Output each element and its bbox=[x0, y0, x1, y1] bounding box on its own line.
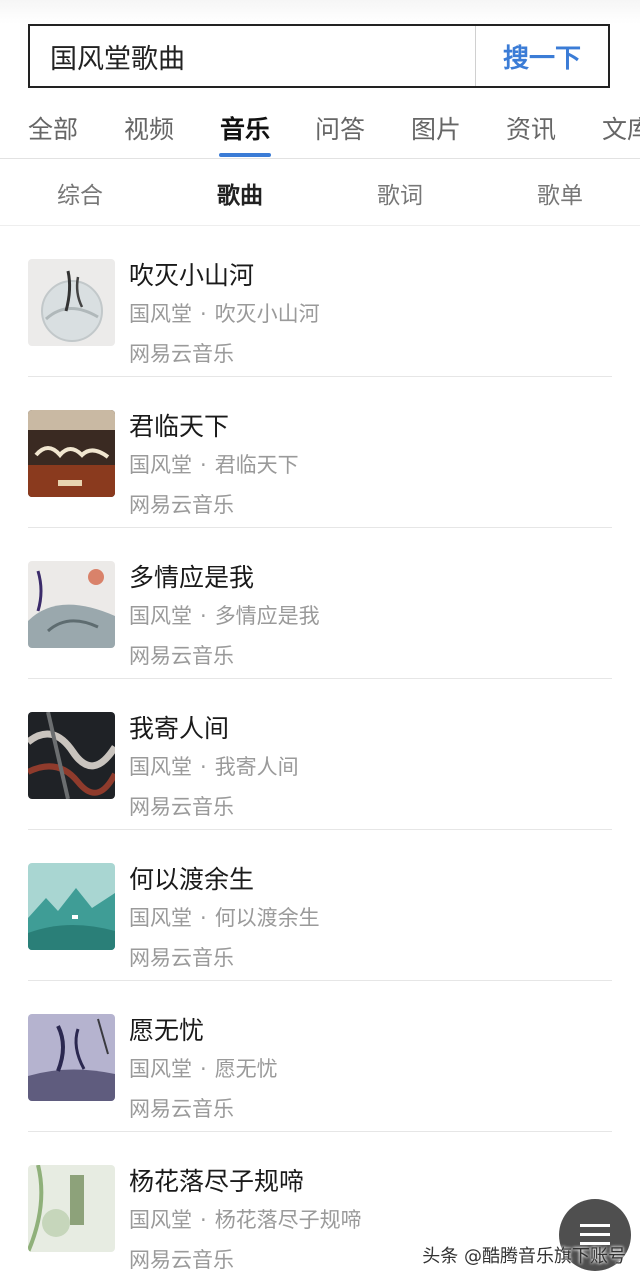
song-artist: 国风堂 bbox=[129, 1208, 192, 1232]
song-artist: 国风堂 bbox=[129, 755, 192, 779]
tab-all[interactable]: 全部 bbox=[28, 110, 78, 146]
song-item[interactable]: 多情应是我 国风堂 · 多情应是我 网易云音乐 bbox=[0, 528, 640, 679]
music-subtabs: 综合 歌曲 歌词 歌单 bbox=[0, 160, 640, 226]
separator-dot: · bbox=[200, 755, 207, 779]
song-album: 何以渡余生 bbox=[214, 906, 320, 930]
search-button[interactable]: 搜一下 bbox=[475, 26, 608, 86]
separator-dot: · bbox=[200, 302, 207, 326]
search-bar: 搜一下 bbox=[28, 24, 610, 88]
song-album: 杨花落尽子规啼 bbox=[214, 1208, 362, 1232]
search-input[interactable] bbox=[30, 26, 475, 86]
song-source: 网易云音乐 bbox=[129, 1097, 234, 1121]
separator-dot: · bbox=[200, 453, 207, 477]
active-tab-indicator bbox=[219, 153, 271, 157]
tab-qa[interactable]: 问答 bbox=[315, 110, 365, 146]
watermark: 头条 @酷腾音乐旗下账号 bbox=[422, 1246, 626, 1267]
song-source: 网易云音乐 bbox=[129, 946, 234, 970]
song-source: 网易云音乐 bbox=[129, 1248, 234, 1272]
top-gradient bbox=[0, 0, 640, 24]
song-title: 多情应是我 bbox=[129, 563, 255, 592]
separator-dot: · bbox=[200, 604, 207, 628]
song-artist: 国风堂 bbox=[129, 302, 192, 326]
song-album: 君临天下 bbox=[214, 453, 299, 477]
song-item[interactable]: 愿无忧 国风堂 · 愿无忧 网易云音乐 bbox=[0, 981, 640, 1132]
separator-dot: · bbox=[200, 906, 207, 930]
album-cover bbox=[28, 1014, 115, 1101]
song-item[interactable]: 何以渡余生 国风堂 · 何以渡余生 网易云音乐 bbox=[0, 830, 640, 981]
song-item[interactable]: 君临天下 国风堂 · 君临天下 网易云音乐 bbox=[0, 377, 640, 528]
subtab-overall[interactable]: 综合 bbox=[0, 176, 160, 210]
song-artist: 国风堂 bbox=[129, 604, 192, 628]
song-title: 君临天下 bbox=[129, 412, 230, 441]
song-source: 网易云音乐 bbox=[129, 644, 234, 668]
song-title: 何以渡余生 bbox=[129, 865, 255, 894]
separator-dot: · bbox=[200, 1057, 207, 1081]
song-album: 愿无忧 bbox=[214, 1057, 278, 1081]
song-artist: 国风堂 bbox=[129, 453, 192, 477]
song-title: 吹灭小山河 bbox=[129, 261, 255, 290]
tab-music[interactable]: 音乐 bbox=[220, 110, 270, 146]
song-title: 我寄人间 bbox=[129, 714, 230, 743]
song-artist: 国风堂 bbox=[129, 1057, 192, 1081]
song-item[interactable]: 吹灭小山河 国风堂 · 吹灭小山河 网易云音乐 bbox=[0, 226, 640, 377]
song-artist: 国风堂 bbox=[129, 906, 192, 930]
tab-video[interactable]: 视频 bbox=[124, 110, 174, 146]
subtab-playlists[interactable]: 歌单 bbox=[480, 176, 640, 210]
song-album: 我寄人间 bbox=[214, 755, 299, 779]
album-cover bbox=[28, 561, 115, 648]
song-item[interactable]: 我寄人间 国风堂 · 我寄人间 网易云音乐 bbox=[0, 679, 640, 830]
album-cover bbox=[28, 863, 115, 950]
subtab-lyrics[interactable]: 歌词 bbox=[320, 176, 480, 210]
song-source: 网易云音乐 bbox=[129, 493, 234, 517]
song-album: 多情应是我 bbox=[214, 604, 320, 628]
subtab-songs[interactable]: 歌曲 bbox=[160, 176, 320, 210]
tab-news[interactable]: 资讯 bbox=[506, 110, 556, 146]
song-source: 网易云音乐 bbox=[129, 342, 234, 366]
song-title: 杨花落尽子规啼 bbox=[129, 1167, 305, 1196]
tab-library[interactable]: 文库 bbox=[602, 110, 640, 146]
album-cover bbox=[28, 712, 115, 799]
tab-images[interactable]: 图片 bbox=[411, 110, 461, 146]
song-source: 网易云音乐 bbox=[129, 795, 234, 819]
album-cover bbox=[28, 259, 115, 346]
song-title: 愿无忧 bbox=[129, 1016, 205, 1045]
separator-dot: · bbox=[200, 1208, 207, 1232]
album-cover bbox=[28, 1165, 115, 1252]
song-list: 吹灭小山河 国风堂 · 吹灭小山河 网易云音乐 君临天下 国风堂 · 君临天下 网易云音… bbox=[0, 226, 640, 1283]
category-tabs: 全部 视频 音乐 问答 图片 资讯 文库 bbox=[0, 96, 640, 159]
album-cover bbox=[28, 410, 115, 497]
song-album: 吹灭小山河 bbox=[214, 302, 320, 326]
